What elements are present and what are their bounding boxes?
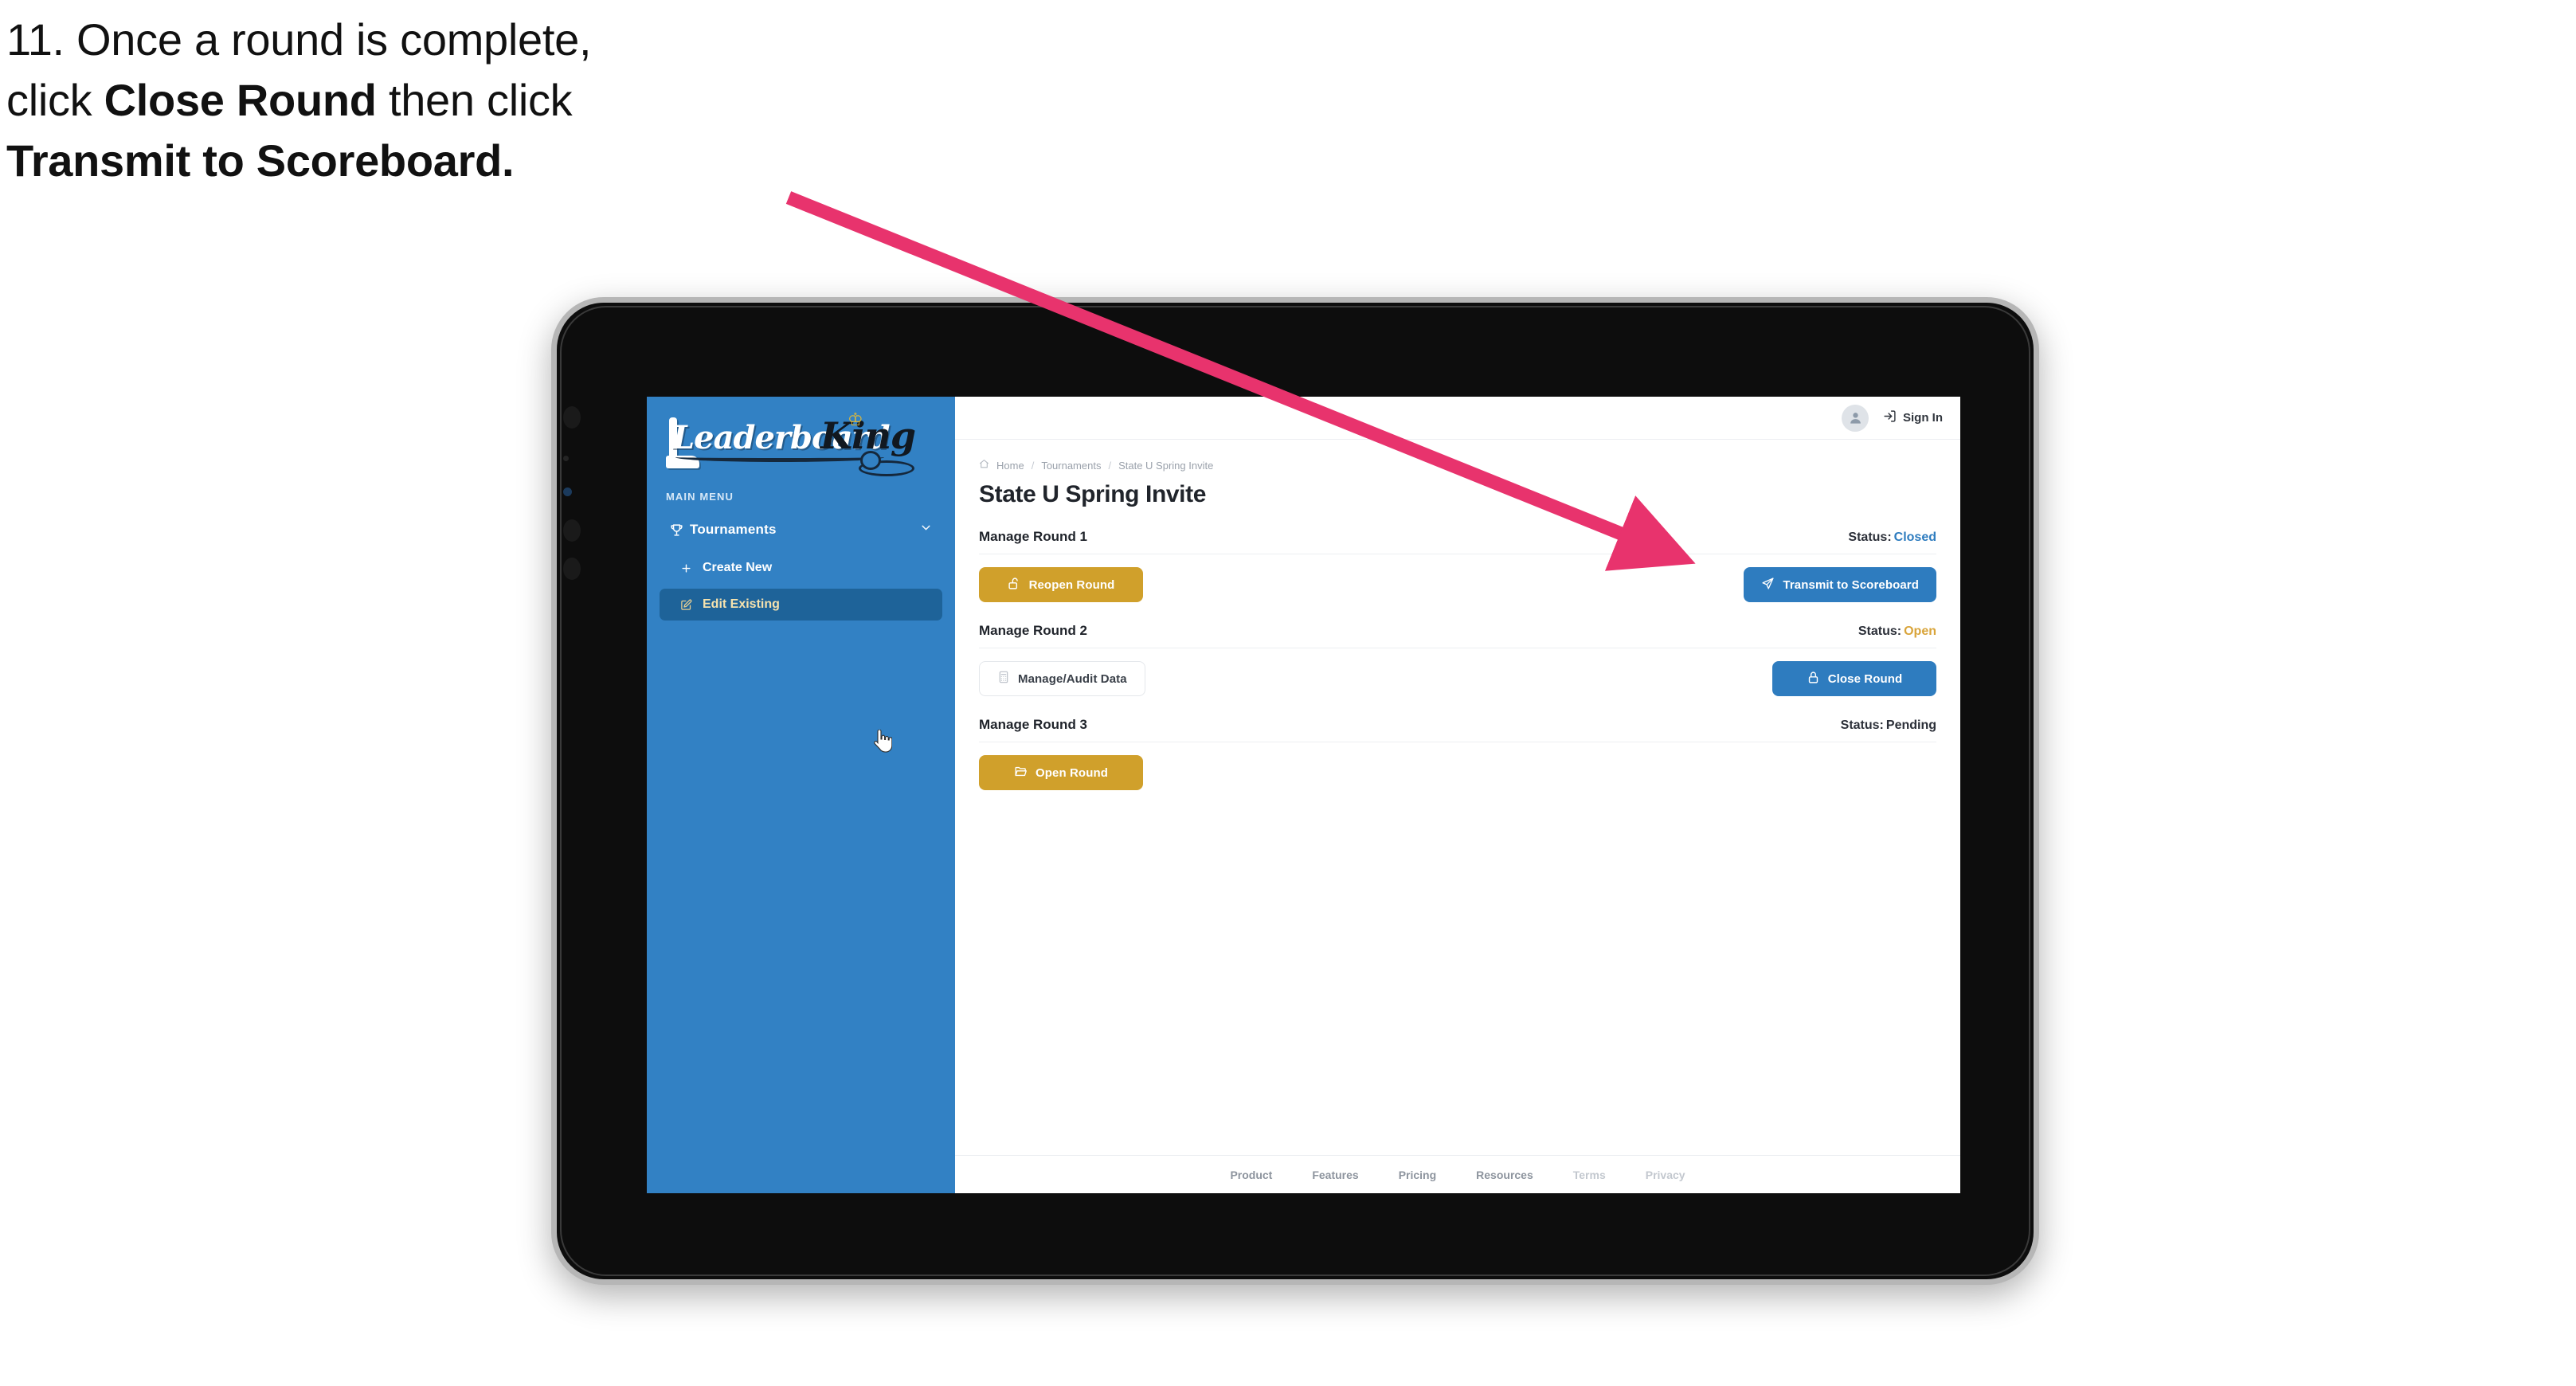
calculator-icon xyxy=(997,671,1010,687)
close-round-label: Close Round xyxy=(1827,671,1903,686)
sign-in-icon xyxy=(1883,409,1897,426)
bezel-camera xyxy=(563,487,572,496)
footer-link-resources[interactable]: Resources xyxy=(1476,1169,1533,1181)
open-round-button[interactable]: Open Round xyxy=(979,755,1143,790)
avatar[interactable] xyxy=(1842,404,1869,432)
trophy-icon xyxy=(669,523,690,538)
mouse-cursor-pointer xyxy=(871,729,893,754)
bezel-sensor-3 xyxy=(563,519,581,542)
sign-in-label: Sign In xyxy=(1903,411,1943,425)
bezel-sensor-4 xyxy=(563,558,581,580)
round-1-status-label: Status: xyxy=(1848,531,1892,544)
round-1-header: Manage Round 1 Status: Closed xyxy=(979,529,1936,554)
tablet-screen: Leaderboard King ♔ MAIN MENU Tournaments… xyxy=(647,397,1960,1193)
edit-square-icon xyxy=(680,599,703,611)
plus-icon xyxy=(680,562,703,574)
transmit-to-scoreboard-button[interactable]: Transmit to Scoreboard xyxy=(1744,567,1936,602)
breadcrumb-sep-2: / xyxy=(1108,459,1112,472)
folder-open-icon xyxy=(1014,765,1028,781)
caption-line-1: 11. Once a round is complete, xyxy=(6,14,592,65)
caption-line-3-bold: Transmit to Scoreboard. xyxy=(6,135,515,186)
round-3-title: Manage Round 3 xyxy=(979,717,1088,732)
caption-line-2-post: then click xyxy=(376,75,573,125)
app-logo[interactable]: Leaderboard King ♔ xyxy=(647,397,955,476)
round-block-3: Manage Round 3 Status: Pending Open Round xyxy=(979,717,1936,790)
round-block-1: Manage Round 1 Status: Closed Reopen Roun… xyxy=(979,529,1936,602)
unlock-icon xyxy=(1008,577,1021,593)
lock-icon xyxy=(1807,671,1820,687)
main-content: Sign In Home / Tournaments / State U Spr… xyxy=(955,397,1960,1193)
sign-in-button[interactable]: Sign In xyxy=(1883,409,1943,426)
caption-line-2: click Close Round then click xyxy=(6,78,851,123)
caption-line-3: Transmit to Scoreboard. xyxy=(6,139,851,183)
sidebar-item-create-new[interactable]: Create New xyxy=(660,552,942,584)
transmit-to-scoreboard-label: Transmit to Scoreboard xyxy=(1783,578,1919,592)
footer-link-privacy[interactable]: Privacy xyxy=(1646,1169,1685,1181)
crown-icon: ♔ xyxy=(848,409,863,429)
caption-line-2-bold: Close Round xyxy=(104,75,377,125)
footer-link-terms[interactable]: Terms xyxy=(1573,1169,1606,1181)
instruction-caption: 11. Once a round is complete, click Clos… xyxy=(6,18,851,199)
round-1-status: Status: Closed xyxy=(1848,531,1936,545)
round-3-actions: Open Round xyxy=(979,755,1936,790)
breadcrumb-sep-1: / xyxy=(1031,459,1035,472)
round-1-status-value: Closed xyxy=(1893,531,1936,544)
reopen-round-button[interactable]: Reopen Round xyxy=(979,567,1143,602)
round-3-status-value: Pending xyxy=(1885,718,1936,732)
round-1-title: Manage Round 1 xyxy=(979,529,1088,544)
round-2-status-label: Status: xyxy=(1858,624,1902,638)
breadcrumb-home[interactable]: Home xyxy=(996,460,1024,472)
sidebar-item-edit-existing[interactable]: Edit Existing xyxy=(660,589,942,621)
round-2-title: Manage Round 2 xyxy=(979,623,1088,638)
send-icon xyxy=(1761,577,1775,593)
footer-link-product[interactable]: Product xyxy=(1230,1169,1272,1181)
round-block-2: Manage Round 2 Status: Open Manage/Audit … xyxy=(979,623,1936,696)
round-2-header: Manage Round 2 Status: Open xyxy=(979,623,1936,648)
round-3-header: Manage Round 3 Status: Pending xyxy=(979,717,1936,742)
sidebar-item-tournaments[interactable]: Tournaments xyxy=(660,512,942,547)
bezel-sensor-1 xyxy=(563,406,581,429)
open-round-label: Open Round xyxy=(1035,765,1108,780)
sidebar-section-label: MAIN MENU xyxy=(666,491,734,503)
screenshot-root: 11. Once a round is complete, click Clos… xyxy=(0,0,2576,1386)
sidebar-item-edit-existing-label: Edit Existing xyxy=(703,597,780,611)
caption-line-2-pre: click xyxy=(6,75,104,125)
round-1-actions: Reopen Round Transmit to Scoreboard xyxy=(979,567,1936,602)
sidebar-item-create-new-label: Create New xyxy=(703,561,773,574)
sidebar-item-tournaments-label: Tournaments xyxy=(690,522,777,537)
breadcrumb: Home / Tournaments / State U Spring Invi… xyxy=(979,459,1936,472)
page-body: Home / Tournaments / State U Spring Invi… xyxy=(955,440,1960,1155)
close-round-button[interactable]: Close Round xyxy=(1772,661,1936,696)
page-title: State U Spring Invite xyxy=(979,481,1206,507)
footer-link-pricing[interactable]: Pricing xyxy=(1399,1169,1436,1181)
footer-link-features[interactable]: Features xyxy=(1312,1169,1358,1181)
chevron-down-icon[interactable] xyxy=(919,521,933,538)
round-2-actions: Manage/Audit Data Close Round xyxy=(979,661,1936,696)
round-2-status: Status: Open xyxy=(1858,624,1936,639)
manage-audit-data-button[interactable]: Manage/Audit Data xyxy=(979,661,1145,696)
manage-audit-data-label: Manage/Audit Data xyxy=(1018,671,1127,686)
logo-word-king: King xyxy=(820,414,916,457)
bezel-sensor-2 xyxy=(563,456,569,461)
round-3-status: Status: Pending xyxy=(1841,718,1936,733)
home-icon[interactable] xyxy=(979,459,989,472)
round-3-status-label: Status: xyxy=(1840,718,1884,732)
top-bar: Sign In xyxy=(955,397,1960,440)
round-2-status-value: Open xyxy=(1904,624,1936,638)
breadcrumb-tournaments[interactable]: Tournaments xyxy=(1041,460,1101,472)
sidebar: Leaderboard King ♔ MAIN MENU Tournaments… xyxy=(647,397,955,1193)
reopen-round-label: Reopen Round xyxy=(1028,578,1115,592)
tablet-device-frame: Leaderboard King ♔ MAIN MENU Tournaments… xyxy=(551,297,2039,1285)
breadcrumb-current: State U Spring Invite xyxy=(1118,459,1214,472)
footer-nav: Product Features Pricing Resources Terms… xyxy=(955,1155,1960,1193)
